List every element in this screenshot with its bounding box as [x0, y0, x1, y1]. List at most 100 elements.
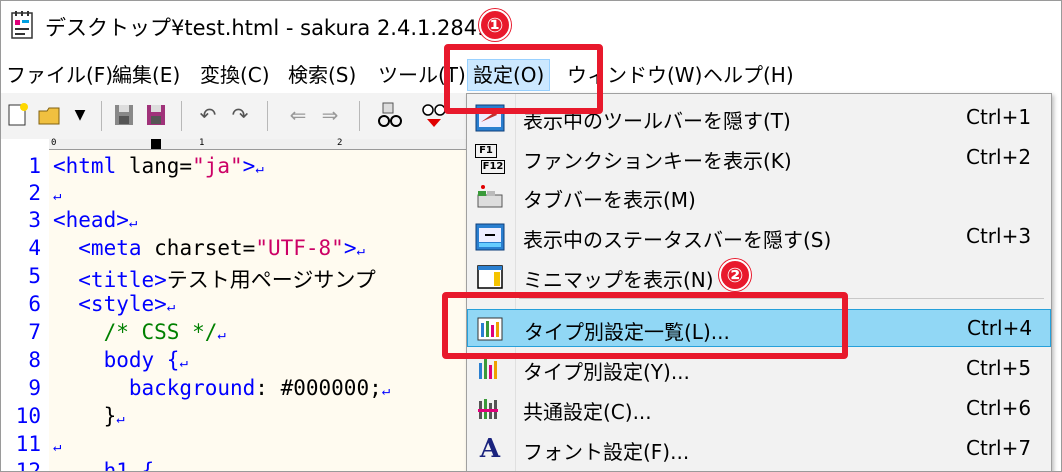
newline-mark: ↵	[116, 411, 125, 427]
ruler-mark: 2	[337, 138, 343, 148]
code-attr: charset=	[141, 236, 256, 260]
line-number: 10	[15, 404, 41, 428]
jump-forward-icon[interactable]: ⇒	[317, 101, 343, 129]
menu-item-hide-statusbar[interactable]: 表示中のステータスバーを隠す(S) Ctrl+3	[467, 218, 1051, 256]
new-file-icon[interactable]	[5, 101, 31, 129]
menu-convert[interactable]: 変換(C)	[195, 59, 275, 91]
annotation-box-type-settings-list	[442, 292, 848, 359]
ruler-mark: 1	[199, 138, 205, 148]
line-number: 8	[28, 348, 41, 372]
annotation-badge-2: ②	[719, 259, 751, 291]
code-property: background	[53, 376, 256, 400]
code-line: ↵	[53, 432, 61, 456]
code-tag: <html	[53, 154, 117, 178]
menu-edit[interactable]: 編集(E)	[107, 59, 185, 91]
app-window: デスクトップ¥test.html - sakura 2.4.1.2849 ファイ…	[0, 0, 1062, 472]
line-number: 3	[28, 208, 41, 232]
code-line: <html lang="ja">↵	[53, 154, 264, 178]
line-number: 7	[28, 320, 41, 344]
line-number: 5	[28, 264, 41, 288]
line-number: 2	[28, 181, 41, 205]
open-folder-icon[interactable]	[37, 101, 63, 129]
code-line: <meta charset="UTF-8">↵	[53, 236, 365, 260]
menu-help[interactable]: ヘルプ(H)	[698, 59, 799, 91]
undo-icon[interactable]: ↶	[195, 101, 221, 129]
ruler: 0 1 2	[49, 138, 471, 150]
menu-file[interactable]: ファイル(F)	[1, 59, 118, 91]
chevron-down-icon[interactable]: ▼	[67, 101, 93, 129]
code-tag: >	[343, 236, 357, 260]
toolbar-separator	[267, 101, 268, 131]
menu-item-shortcut: Ctrl+7	[966, 436, 1032, 460]
toolbar-separator	[101, 101, 102, 131]
menu-item-show-minimap[interactable]: ミニマップを表示(N)	[467, 258, 1051, 296]
menu-item-label: タブバーを表示(M)	[523, 188, 696, 212]
save-all-icon[interactable]	[143, 101, 169, 129]
line-number: 6	[28, 292, 41, 316]
menu-item-show-function-keys[interactable]: F1 F12 ファンクションキーを表示(K) Ctrl+2	[467, 139, 1051, 177]
menu-item-label: フォント設定(F)...	[523, 440, 690, 464]
newline-mark: ↵	[53, 439, 62, 455]
newline-mark: ↵	[179, 355, 188, 371]
save-icon[interactable]	[111, 101, 137, 129]
minimap-icon	[477, 265, 503, 289]
code-line: body {↵	[53, 348, 188, 372]
menu-item-shortcut: Ctrl+2	[966, 145, 1032, 169]
code-tag: <meta	[53, 236, 142, 260]
menu-item-shortcut: Ctrl+5	[966, 356, 1032, 380]
code-attr: lang=	[116, 154, 193, 178]
code-line: <style>↵	[53, 292, 175, 316]
window-title: デスクトップ¥test.html - sakura 2.4.1.2849	[45, 16, 491, 40]
fkey-label: F1	[475, 144, 497, 158]
menu-item-shortcut: Ctrl+1	[966, 105, 1032, 129]
menu-item-label: 表示中のステータスバーを隠す(S)	[523, 228, 832, 252]
newline-mark: ↵	[128, 215, 138, 231]
line-number: 9	[28, 376, 41, 400]
code-line: <head>↵	[53, 208, 137, 232]
font-icon: A	[479, 434, 501, 464]
code-line: }↵	[53, 404, 125, 428]
fkey-label: F12	[481, 160, 505, 174]
toolbar-separator	[181, 101, 182, 131]
app-notepad-icon	[11, 11, 33, 39]
common-settings-icon	[478, 399, 498, 419]
find-icon[interactable]	[377, 101, 403, 129]
settings-dropdown-menu: 表示中のツールバーを隠す(T) Ctrl+1 F1 F12 ファンクションキーを…	[466, 93, 1052, 471]
ruler-mark: 0	[51, 138, 57, 148]
menu-item-common-settings[interactable]: 共通設定(C)... Ctrl+6	[467, 390, 1051, 428]
menu-item-label: 共通設定(C)...	[523, 400, 652, 424]
tabbar-icon	[477, 185, 503, 208]
redo-icon[interactable]: ↷	[227, 101, 253, 129]
menu-search[interactable]: 検索(S)	[283, 59, 361, 91]
code-tag: <style>	[53, 292, 167, 316]
newline-mark: ↵	[217, 327, 226, 343]
code-string: "UTF-8"	[255, 236, 344, 260]
line-number: 11	[15, 432, 41, 456]
code-line: ↵	[53, 181, 61, 205]
code-text: }	[53, 404, 117, 428]
menu-item-show-tabbar[interactable]: タブバーを表示(M)	[467, 178, 1051, 216]
code-tag: >	[242, 154, 256, 178]
code-selector: body {	[53, 348, 180, 372]
code-tag: <head>	[53, 208, 129, 232]
annotation-box-settings-menu	[444, 44, 603, 114]
code-editor[interactable]: <html lang="ja">↵ ↵ <head>↵ <meta charse…	[49, 150, 471, 472]
function-key-icon: F1 F12	[475, 144, 505, 174]
newline-mark: ↵	[255, 161, 264, 177]
code-tag: <title>	[53, 268, 167, 292]
newline-mark: ↵	[381, 383, 391, 399]
code-text: テスト用ページサンプ	[166, 268, 376, 292]
menu-item-shortcut: Ctrl+3	[966, 224, 1032, 248]
newline-mark: ↵	[53, 188, 62, 204]
menu-item-shortcut: Ctrl+4	[967, 316, 1033, 340]
code-selector: h1 {	[53, 459, 155, 472]
statusbar-icon	[475, 223, 505, 251]
menu-item-font-settings[interactable]: A フォント設定(F)... Ctrl+7	[467, 430, 1051, 468]
menu-item-label: ファンクションキーを表示(K)	[523, 149, 792, 173]
annotation-badge-1: ①	[479, 9, 511, 41]
code-line: h1 {	[53, 459, 155, 472]
jump-back-icon[interactable]: ⇐	[285, 101, 311, 129]
line-number: 12	[15, 459, 41, 472]
line-number: 1	[28, 154, 41, 178]
code-line: /* CSS */↵	[53, 320, 226, 344]
